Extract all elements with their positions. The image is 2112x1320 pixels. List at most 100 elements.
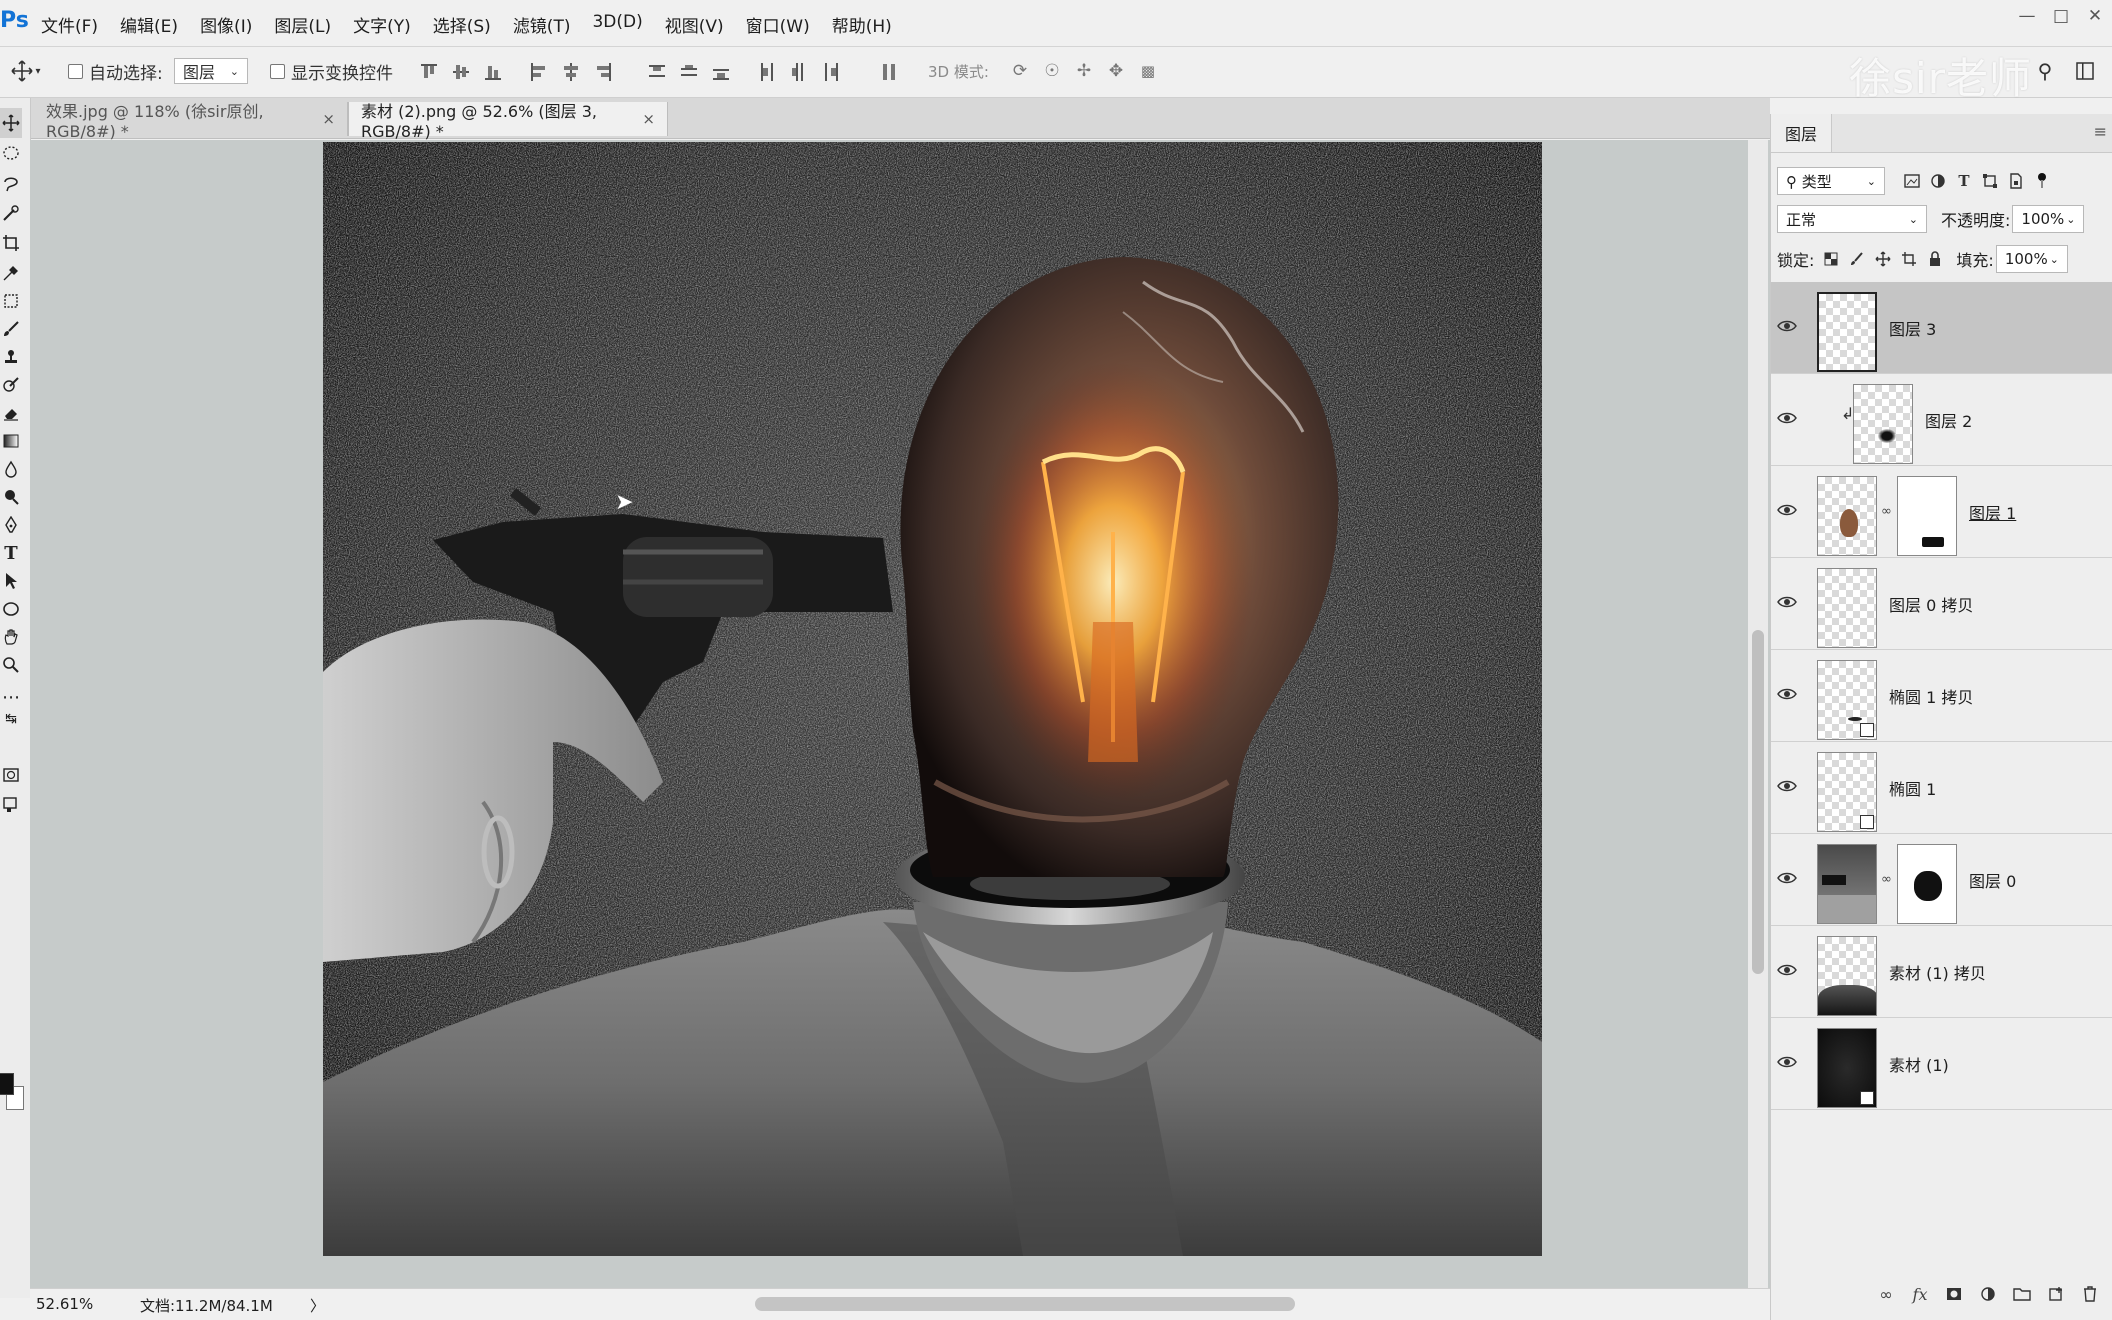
- layer-thumbnail[interactable]: [1817, 292, 1877, 372]
- layer-name[interactable]: 图层 0: [1969, 868, 2016, 892]
- menu-image[interactable]: 图像(I): [199, 10, 263, 41]
- quick-mask-icon[interactable]: [0, 760, 22, 790]
- vertical-scroll-thumb[interactable]: [1752, 630, 1764, 974]
- gradient-tool-icon[interactable]: [0, 426, 22, 456]
- new-group-icon[interactable]: [2009, 1281, 2035, 1307]
- show-transform-checkbox[interactable]: 显示变换控件: [270, 58, 393, 84]
- layer-name[interactable]: 素材 (1) 拷贝: [1889, 960, 1986, 984]
- layer-thumbnail[interactable]: [1817, 660, 1877, 740]
- path-select-tool-icon[interactable]: [0, 566, 22, 596]
- eye-icon[interactable]: [1777, 594, 1799, 612]
- layer-row[interactable]: 椭圆 1 拷贝: [1771, 650, 2112, 742]
- close-icon[interactable]: ×: [322, 110, 335, 128]
- canvas-workspace[interactable]: ➤: [30, 140, 1770, 1288]
- horizontal-scrollbar[interactable]: [365, 1297, 1755, 1311]
- align-bottom-icon[interactable]: [484, 62, 502, 82]
- layer-thumbnail[interactable]: [1817, 844, 1877, 924]
- lock-all-icon[interactable]: [1922, 247, 1948, 271]
- lock-artboard-icon[interactable]: [1896, 247, 1922, 271]
- hand-tool-icon[interactable]: [0, 622, 22, 652]
- minimize-icon[interactable]: —: [2010, 0, 2044, 32]
- align-right-icon[interactable]: [594, 62, 612, 82]
- menu-filter[interactable]: 滤镜(T): [512, 10, 582, 41]
- pen-tool-icon[interactable]: [0, 510, 22, 540]
- lock-image-icon[interactable]: [1844, 247, 1870, 271]
- layer-row[interactable]: 图层 3: [1771, 282, 2112, 374]
- eye-icon[interactable]: [1777, 962, 1799, 980]
- 3d-camera-icon[interactable]: ▩: [1136, 58, 1160, 84]
- document-canvas-image[interactable]: ➤: [323, 142, 1542, 1256]
- swap-colors-icon[interactable]: ↹: [0, 704, 22, 734]
- link-chain-icon[interactable]: ∞: [1881, 504, 1892, 519]
- layer-filter-dropdown[interactable]: ⚲ 类型 ⌄: [1777, 167, 1885, 195]
- auto-select-checkbox[interactable]: 自动选择:: [68, 58, 163, 84]
- layer-row[interactable]: ↲ 图层 2: [1771, 374, 2112, 466]
- lock-position-icon[interactable]: [1870, 247, 1896, 271]
- frame-tool-icon[interactable]: [0, 286, 22, 316]
- fill-input[interactable]: 100% ⌄: [1995, 245, 2068, 273]
- distribute-left-icon[interactable]: [758, 62, 776, 82]
- distribute-hcenter-icon[interactable]: [790, 62, 808, 82]
- menu-type[interactable]: 文字(Y): [352, 10, 422, 41]
- move-tool-preset-icon[interactable]: ▾: [6, 58, 46, 84]
- horizontal-scroll-thumb[interactable]: [755, 1297, 1295, 1311]
- zoom-level[interactable]: 52.61%: [36, 1295, 93, 1313]
- layer-mask-thumbnail[interactable]: [1897, 844, 1957, 924]
- layer-row[interactable]: 素材 (1): [1771, 1018, 2112, 1110]
- blur-tool-icon[interactable]: [0, 454, 22, 484]
- panel-menu-icon[interactable]: ≡: [2094, 122, 2107, 141]
- layer-name[interactable]: 素材 (1): [1889, 1052, 1949, 1076]
- tab-effect-jpg[interactable]: 效果.jpg @ 118% (徐sir原创, RGB/8#) * ×: [34, 102, 348, 141]
- search-icon[interactable]: ⚲: [2030, 58, 2060, 84]
- workspace-icon[interactable]: [2070, 58, 2100, 84]
- layer-thumbnail[interactable]: [1817, 568, 1877, 648]
- layer-name[interactable]: 椭圆 1 拷贝: [1889, 684, 1973, 708]
- fx-icon[interactable]: fx: [1907, 1281, 1933, 1307]
- eye-icon[interactable]: [1777, 686, 1799, 704]
- menu-help[interactable]: 帮助(H): [831, 10, 903, 41]
- distribute-bottom-icon[interactable]: [712, 62, 730, 82]
- layer-name[interactable]: 图层 0 拷贝: [1889, 592, 1973, 616]
- distribute-top-icon[interactable]: [648, 62, 666, 82]
- eye-icon[interactable]: [1777, 410, 1799, 428]
- add-mask-icon[interactable]: [1941, 1281, 1967, 1307]
- layer-row[interactable]: ∞ 图层 1: [1771, 466, 2112, 558]
- trash-icon[interactable]: [2077, 1281, 2103, 1307]
- filter-adjustment-icon[interactable]: [1927, 170, 1949, 192]
- layer-name[interactable]: 图层 1: [1969, 500, 2016, 524]
- menu-window[interactable]: 窗口(W): [745, 10, 821, 41]
- close-icon[interactable]: ✕: [2078, 0, 2112, 32]
- layer-thumbnail[interactable]: [1817, 476, 1877, 556]
- marquee-tool-icon[interactable]: [0, 138, 22, 168]
- 3d-rotate-icon[interactable]: ⟳: [1008, 58, 1032, 84]
- blend-mode-dropdown[interactable]: 正常 ⌄: [1777, 205, 1927, 233]
- type-tool-icon[interactable]: T: [0, 538, 22, 568]
- dodge-tool-icon[interactable]: [0, 482, 22, 512]
- zoom-tool-icon[interactable]: [0, 650, 22, 680]
- layer-thumbnail[interactable]: [1817, 752, 1877, 832]
- layer-name[interactable]: 椭圆 1: [1889, 776, 1936, 800]
- align-hcenter-icon[interactable]: [562, 62, 580, 82]
- vertical-scrollbar[interactable]: [1748, 140, 1768, 1288]
- menu-edit[interactable]: 编辑(E): [119, 10, 189, 41]
- menu-layer[interactable]: 图层(L): [273, 10, 342, 41]
- filter-toggle-icon[interactable]: [2031, 170, 2053, 192]
- link-layers-icon[interactable]: ∞: [1873, 1281, 1899, 1307]
- lock-transparent-icon[interactable]: [1818, 247, 1844, 271]
- layer-row[interactable]: 椭圆 1: [1771, 742, 2112, 834]
- opacity-input[interactable]: 100% ⌄: [2012, 205, 2085, 233]
- align-vcenter-icon[interactable]: [452, 62, 470, 82]
- close-icon[interactable]: ×: [642, 110, 655, 128]
- adjustment-layer-icon[interactable]: [1975, 1281, 2001, 1307]
- eye-icon[interactable]: [1777, 318, 1799, 336]
- new-layer-icon[interactable]: [2043, 1281, 2069, 1307]
- stamp-tool-icon[interactable]: [0, 342, 22, 372]
- layer-row[interactable]: 图层 0 拷贝: [1771, 558, 2112, 650]
- crop-tool-icon[interactable]: [0, 228, 22, 258]
- 3d-slide-icon[interactable]: ✥: [1104, 58, 1128, 84]
- layer-row[interactable]: 素材 (1) 拷贝: [1771, 926, 2112, 1018]
- distribute-right-icon[interactable]: [822, 62, 840, 82]
- link-chain-icon[interactable]: ∞: [1881, 872, 1892, 887]
- lasso-tool-icon[interactable]: [0, 168, 22, 198]
- 3d-roll-icon[interactable]: ☉: [1040, 58, 1064, 84]
